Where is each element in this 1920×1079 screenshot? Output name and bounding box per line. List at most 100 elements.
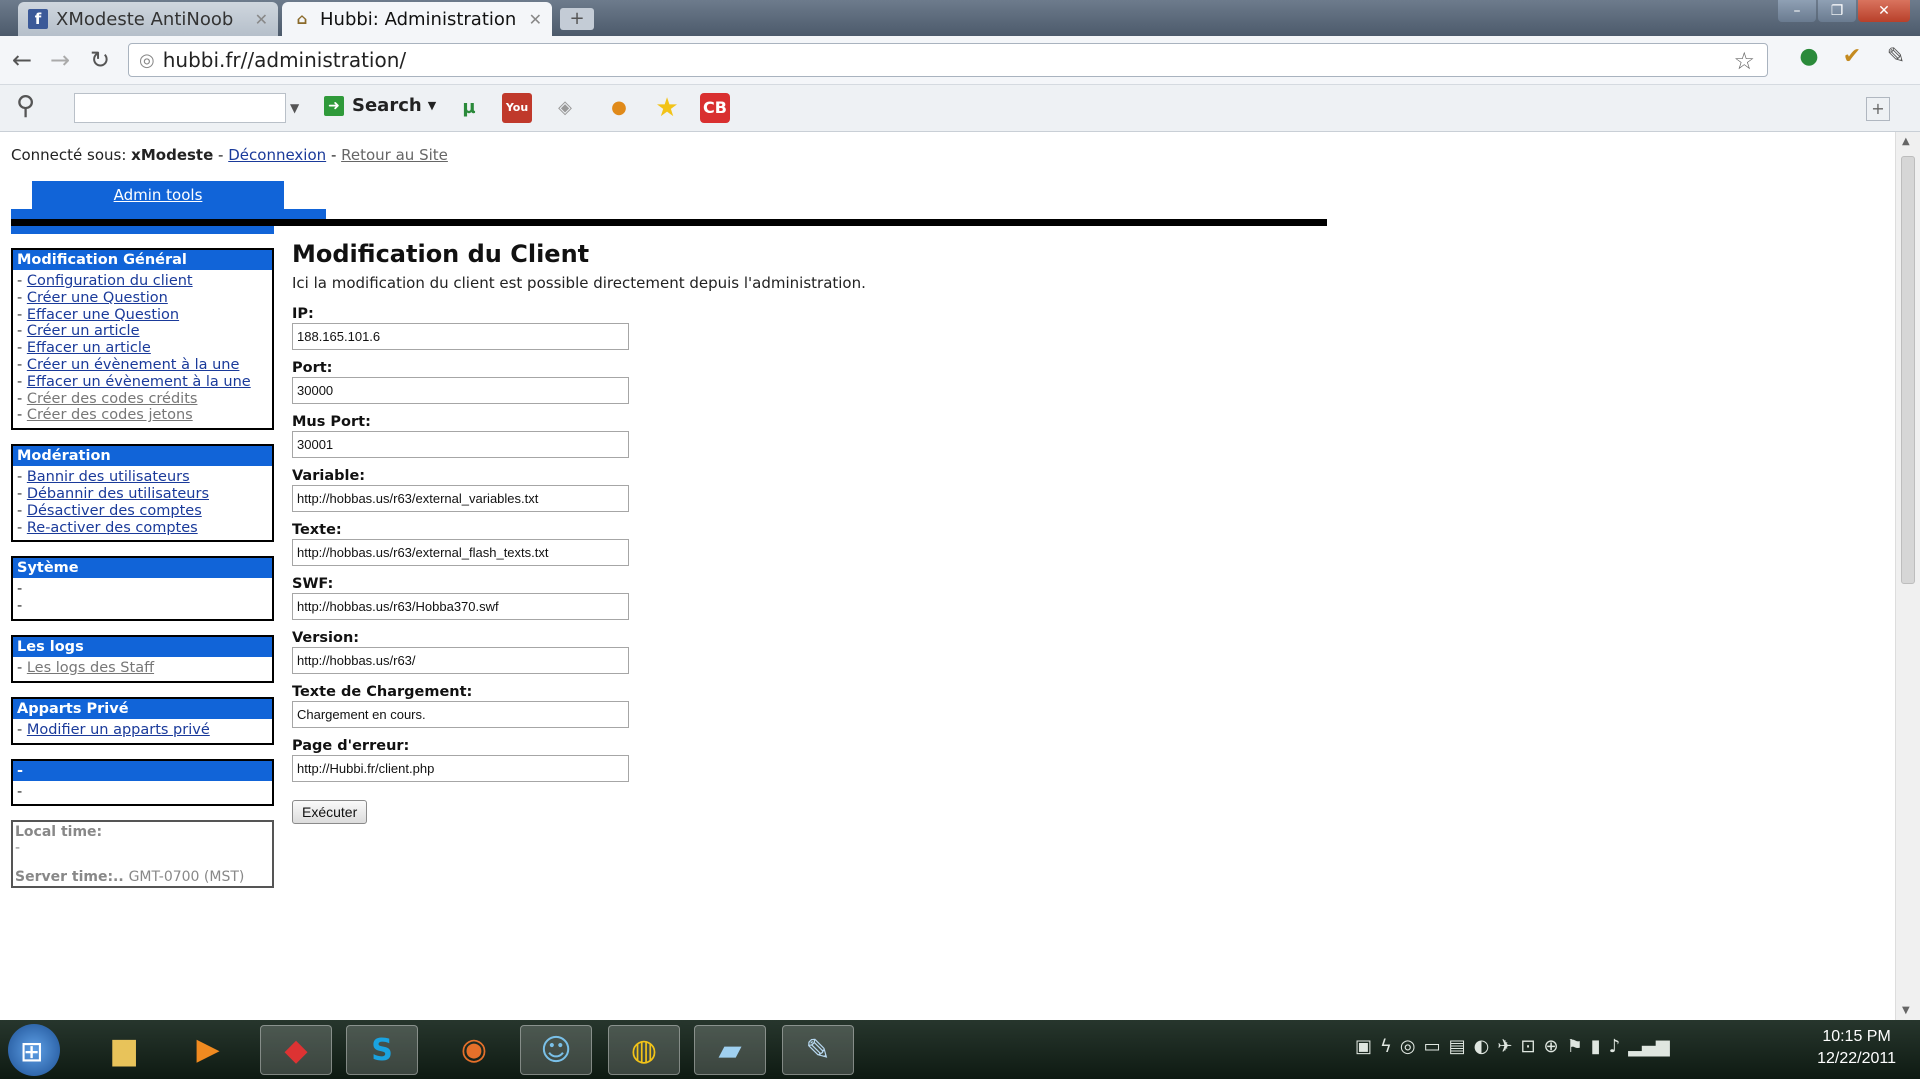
- menu-link-staff-logs[interactable]: Les logs des Staff: [27, 660, 154, 676]
- bluetooth-icon[interactable]: ϟ: [1380, 1036, 1392, 1057]
- address-bar[interactable]: ◎ hubbi.fr//administration/ ☆: [128, 43, 1768, 77]
- menu-box-private: Apparts Privé - Modifier un apparts priv…: [11, 696, 274, 745]
- minimize-button[interactable]: –: [1778, 0, 1816, 22]
- menu-link-create-question[interactable]: Créer une Question: [27, 290, 168, 306]
- back-arrow-icon[interactable]: ←: [12, 46, 32, 74]
- network-share-icon[interactable]: ⊡: [1520, 1036, 1535, 1057]
- scrollbar-thumb[interactable]: [1901, 156, 1915, 584]
- scroll-up-icon[interactable]: ▲: [1902, 136, 1910, 147]
- logout-link[interactable]: Déconnexion: [228, 146, 326, 164]
- menu-link-credit-codes[interactable]: Créer des codes crédits: [27, 391, 198, 407]
- back-to-site-link[interactable]: Retour au Site: [341, 146, 448, 164]
- messenger-icon[interactable]: ☺: [520, 1025, 592, 1075]
- utorrent-icon[interactable]: µ: [454, 93, 484, 123]
- toolbar-search-button[interactable]: ➜ Search ▼: [324, 95, 436, 116]
- bookmark-star-icon[interactable]: ☆: [1733, 47, 1755, 75]
- menu-link-unban-users[interactable]: Débannir des utilisateurs: [27, 486, 209, 502]
- pin-icon[interactable]: ✈: [1497, 1036, 1512, 1057]
- menu-empty-item: -: [17, 581, 23, 598]
- port-input[interactable]: 30000: [292, 377, 629, 404]
- extension-shield-icon[interactable]: ●: [1795, 44, 1823, 72]
- loading-text-input[interactable]: Chargement en cours.: [292, 701, 629, 728]
- ip-input[interactable]: 188.165.101.6: [292, 323, 629, 350]
- menu-link-delete-article[interactable]: Effacer un article: [27, 340, 151, 356]
- globe-icon[interactable]: ⊕: [1544, 1036, 1559, 1057]
- notepad-icon[interactable]: ▰: [694, 1025, 766, 1075]
- page-title: Modification du Client: [292, 240, 590, 268]
- menu-box-system: Sytème - -: [11, 556, 274, 621]
- main-content: Modification du Client Ici la modificati…: [292, 240, 1192, 824]
- vertical-scrollbar[interactable]: ▲ ▼: [1895, 132, 1920, 1020]
- app-red-icon[interactable]: ◆: [260, 1025, 332, 1075]
- chrome-icon[interactable]: ◍: [608, 1025, 680, 1075]
- menu-link-disable-accounts[interactable]: Désactiver des comptes: [27, 503, 202, 519]
- youtube-icon[interactable]: You: [502, 93, 532, 123]
- extension-check-icon[interactable]: ✔: [1838, 44, 1866, 72]
- mus-port-input[interactable]: 30001: [292, 431, 629, 458]
- tab-admin-tools[interactable]: Admin tools: [32, 181, 284, 209]
- firefox-icon[interactable]: ◉: [438, 1025, 510, 1075]
- cb-icon[interactable]: CB: [700, 93, 730, 123]
- windows-logo-icon: ⊞: [20, 1035, 44, 1068]
- menu-link-delete-event[interactable]: Effacer un évènement à la une: [27, 374, 251, 390]
- swf-input[interactable]: http://hobbas.us/r63/Hobba370.swf: [292, 593, 629, 620]
- server-time-value: GMT-0700 (MST): [128, 869, 245, 886]
- skype-icon[interactable]: S: [346, 1025, 418, 1075]
- tab-xmodeste[interactable]: f XModeste AntiNoob ✕: [18, 2, 278, 36]
- close-tab-icon[interactable]: ✕: [529, 10, 542, 29]
- signal-icon[interactable]: ▂▄▆: [1628, 1036, 1670, 1057]
- add-extension-icon[interactable]: +: [1866, 97, 1890, 121]
- start-button[interactable]: ⊞: [8, 1024, 60, 1076]
- field-port: Port: 30000: [292, 360, 1192, 404]
- version-input[interactable]: http://hobbas.us/r63/: [292, 647, 629, 674]
- field-label: Texte:: [292, 522, 342, 538]
- menu-link-create-event[interactable]: Créer un évènement à la une: [27, 357, 240, 373]
- tray-app-icon[interactable]: ▣: [1355, 1036, 1372, 1057]
- flag-icon[interactable]: ⚑: [1567, 1036, 1583, 1057]
- menu-link-delete-question[interactable]: Effacer une Question: [27, 307, 179, 323]
- explorer-folder-icon[interactable]: ▆: [88, 1025, 160, 1075]
- error-page-input[interactable]: http://Hubbi.fr/client.php: [292, 755, 629, 782]
- display-icon[interactable]: ▭: [1424, 1036, 1441, 1057]
- menu-link-client-config[interactable]: Configuration du client: [27, 273, 193, 289]
- menu-title: Sytème: [13, 558, 272, 579]
- forward-arrow-icon[interactable]: →: [50, 46, 70, 74]
- media-player-icon[interactable]: ▶: [172, 1025, 244, 1075]
- field-label: Variable:: [292, 468, 366, 484]
- menu-link-ban-users[interactable]: Bannir des utilisateurs: [27, 469, 190, 485]
- security-icon[interactable]: ◐: [1474, 1036, 1490, 1057]
- star-icon[interactable]: ★: [652, 93, 682, 123]
- sidebar: Modification Général - Configuration du …: [11, 248, 274, 889]
- texte-input[interactable]: http://hobbas.us/r63/external_flash_text…: [292, 539, 629, 566]
- battery-icon[interactable]: ▮: [1591, 1036, 1601, 1057]
- menu-link-token-codes[interactable]: Créer des codes jetons: [27, 407, 193, 423]
- toolbar-search-input[interactable]: [74, 93, 286, 123]
- menu-link-reactivate-accounts[interactable]: Re-activer des comptes: [27, 520, 198, 536]
- field-label: IP:: [292, 306, 314, 322]
- reload-icon[interactable]: ↻: [90, 46, 110, 74]
- execute-button[interactable]: Exécuter: [292, 800, 368, 824]
- wrench-icon[interactable]: ✎: [1882, 44, 1910, 72]
- paint-icon[interactable]: ✎: [782, 1025, 854, 1075]
- taskbar-clock[interactable]: 10:15 PM 12/22/2011: [1817, 1026, 1896, 1070]
- tray-app-icon[interactable]: ▤: [1449, 1036, 1466, 1057]
- menu-link-edit-private-room[interactable]: Modifier un apparts privé: [27, 722, 210, 738]
- orange-circle-icon[interactable]: ●: [604, 93, 634, 123]
- tab-hubbi-administration[interactable]: ⌂ Hubbi: Administration ✕: [282, 2, 552, 36]
- page-info-icon[interactable]: ◎: [139, 50, 155, 71]
- close-tab-icon[interactable]: ✕: [255, 10, 268, 29]
- tray-app-icon[interactable]: ◎: [1400, 1036, 1416, 1057]
- variable-input[interactable]: http://hobbas.us/r63/external_variables.…: [292, 485, 629, 512]
- taskbar: ⊞ ▆ ▶ ◆ S ◉ ☺ ◍ ▰ ✎ ▣ ϟ ◎ ▭ ▤ ◐ ✈ ⊡ ⊕ ⚑ …: [0, 1020, 1920, 1079]
- chevron-down-icon[interactable]: ▼: [290, 101, 299, 115]
- scroll-down-icon[interactable]: ▼: [1902, 1005, 1910, 1016]
- volume-muted-icon[interactable]: ♪: [1609, 1036, 1621, 1057]
- close-window-button[interactable]: ✕: [1858, 0, 1910, 22]
- server-time: Server time:.. GMT-0700 (MST): [15, 869, 244, 885]
- search-icon[interactable]: ⚲: [16, 91, 35, 121]
- new-tab-button[interactable]: +: [560, 8, 594, 30]
- menu-link-create-article[interactable]: Créer un article: [27, 323, 140, 339]
- diamond-icon[interactable]: ◈: [550, 93, 580, 123]
- clock-time: 10:15 PM: [1822, 1028, 1891, 1045]
- maximize-button[interactable]: ❐: [1818, 0, 1856, 22]
